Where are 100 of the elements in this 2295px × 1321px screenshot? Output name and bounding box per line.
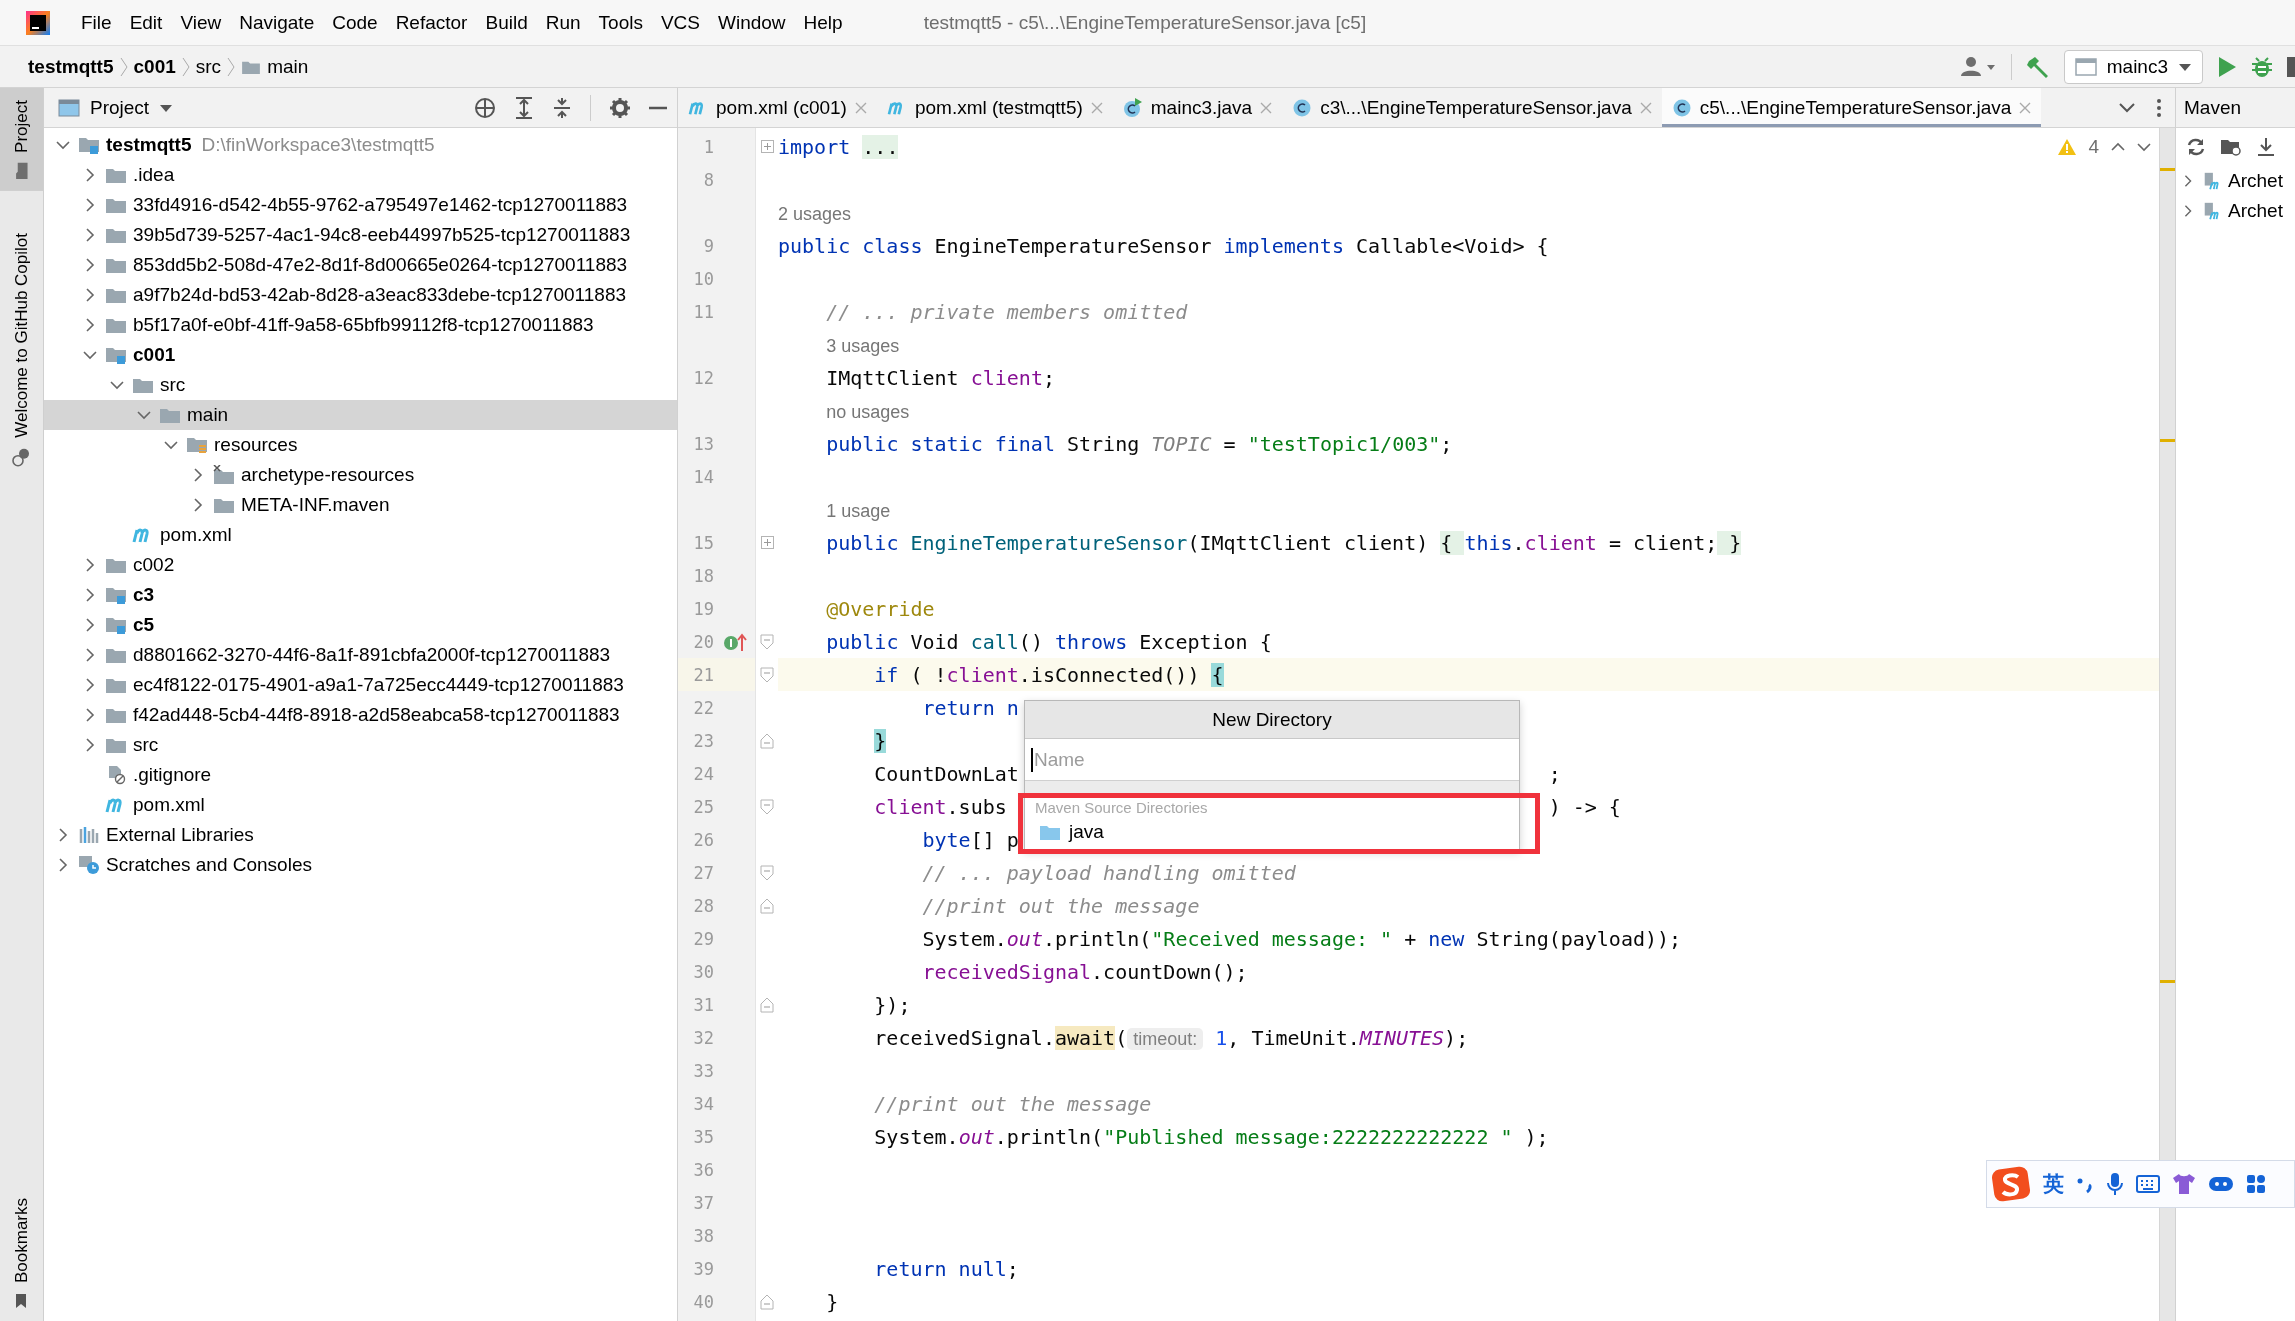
tree-item[interactable]: External Libraries xyxy=(44,820,677,850)
menu-item[interactable]: View xyxy=(171,7,231,38)
maven-project-item[interactable]: Archet xyxy=(2176,166,2295,196)
settings-icon[interactable] xyxy=(609,96,631,119)
chevron-icon[interactable] xyxy=(83,587,97,603)
tree-item[interactable]: src xyxy=(44,730,677,760)
tree-item[interactable]: pom.xml xyxy=(44,520,677,550)
usage-hint[interactable]: 1 usage xyxy=(826,497,891,522)
tree-item[interactable]: pom.xml xyxy=(44,790,677,820)
collapse-all-icon[interactable] xyxy=(552,96,572,119)
chevron-icon[interactable] xyxy=(83,317,97,333)
chevron-icon[interactable] xyxy=(191,497,205,513)
chevron-icon[interactable] xyxy=(83,707,97,723)
breadcrumb[interactable]: src xyxy=(195,55,222,78)
menu-item[interactable]: File xyxy=(72,7,121,38)
run-icon[interactable] xyxy=(2217,55,2237,78)
chevron-icon[interactable] xyxy=(83,257,97,273)
tree-item[interactable]: c001 xyxy=(44,340,677,370)
side-tab[interactable]: Project xyxy=(0,88,43,191)
caret-icon[interactable] xyxy=(159,102,174,113)
usage-hint[interactable]: 3 usages xyxy=(826,332,900,357)
editor-tab[interactable]: pom.xml (c001) xyxy=(678,88,877,127)
chevron-icon[interactable] xyxy=(83,557,97,573)
shirt-icon[interactable] xyxy=(2172,1173,2196,1195)
tree-item[interactable]: d8801662-3270-44f6-8a1f-891cbfa2000f-tcp1270011883 xyxy=(44,640,677,670)
chevron-icon[interactable] xyxy=(83,737,97,753)
breadcrumb[interactable]: testmqtt5 xyxy=(28,55,114,78)
chevron-icon[interactable] xyxy=(2182,203,2194,219)
folder-refresh-icon[interactable] xyxy=(2220,137,2242,157)
chevron-icon[interactable] xyxy=(83,617,97,633)
tree-item[interactable]: c3 xyxy=(44,580,677,610)
chevron-down-icon[interactable] xyxy=(2137,142,2151,152)
refresh-icon[interactable] xyxy=(2186,137,2206,157)
menu-item[interactable]: VCS xyxy=(651,7,709,38)
hammer-icon[interactable] xyxy=(2025,54,2050,79)
expand-all-icon[interactable] xyxy=(514,96,534,119)
chevron-icon[interactable] xyxy=(83,287,97,303)
menu-item[interactable]: Build xyxy=(476,7,537,38)
chevron-icon[interactable] xyxy=(83,677,97,693)
grid-icon[interactable] xyxy=(2246,1174,2266,1194)
editor-tab[interactable]: c5\...\EngineTemperatureSensor.java xyxy=(1661,88,2042,127)
tree-item[interactable]: META-INF.maven xyxy=(44,490,677,520)
chevron-icon[interactable] xyxy=(83,227,97,243)
tree-item[interactable]: 853dd5b2-508d-47e2-8d1f-8d00665e0264-tcp1270011883 xyxy=(44,250,677,280)
tree-item[interactable]: testmqtt5 D:\finWorkspace3\testmqtt5 xyxy=(44,130,677,160)
implements-marker-icon[interactable] xyxy=(722,631,747,652)
usage-hint[interactable]: no usages xyxy=(826,398,910,423)
ime-logo-icon[interactable] xyxy=(1991,1166,2031,1202)
menu-item[interactable]: Tools xyxy=(589,7,652,38)
download-icon[interactable] xyxy=(2256,137,2276,157)
tree-item[interactable]: f42ad448-5cb4-44f8-8918-a2d58eabca58-tcp1270011883 xyxy=(44,700,677,730)
menu-item[interactable]: Run xyxy=(536,7,590,38)
side-tab[interactable]: Welcome to GitHub Copilot xyxy=(0,220,43,480)
tree-item[interactable]: 33fd4916-d542-4b55-9762-a795497e1462-tcp1270011883 xyxy=(44,190,677,220)
editor-tab[interactable]: mainc3.java xyxy=(1112,88,1283,127)
editor-tab[interactable]: c3\...\EngineTemperatureSensor.java xyxy=(1282,88,1662,127)
more-icon[interactable] xyxy=(2157,98,2161,117)
chevron-icon[interactable] xyxy=(83,197,97,213)
fold-icon[interactable] xyxy=(760,536,774,549)
panel-title[interactable]: Project xyxy=(90,96,150,119)
menu-item[interactable]: Refactor xyxy=(386,7,477,38)
minimize-icon[interactable] xyxy=(649,105,667,110)
directory-suggestion[interactable]: java xyxy=(1025,817,1519,847)
chevron-icon[interactable] xyxy=(191,467,205,483)
menu-item[interactable]: Window xyxy=(709,7,795,38)
chevron-icon[interactable] xyxy=(83,167,97,183)
gamepad-icon[interactable] xyxy=(2208,1175,2234,1193)
chevron-icon[interactable] xyxy=(56,857,70,873)
menu-item[interactable]: Navigate xyxy=(230,7,324,38)
fold-icon[interactable] xyxy=(760,140,774,153)
warning-counter[interactable]: 4 xyxy=(2058,136,2151,158)
tree-item[interactable]: .idea xyxy=(44,160,677,190)
tree-item[interactable]: ec4f8122-0175-4901-a9a1-7a725ecc4449-tcp1270011883 xyxy=(44,670,677,700)
user-icon[interactable] xyxy=(1960,55,1997,78)
keyboard-icon[interactable] xyxy=(2136,1175,2160,1193)
chevron-icon[interactable] xyxy=(83,647,97,663)
tree-item[interactable]: a9f7b24d-bd53-42ab-8d28-a3eac833debe-tcp1270011883 xyxy=(44,280,677,310)
tree-item[interactable]: .gitignore xyxy=(44,760,677,790)
microphone-icon[interactable] xyxy=(2106,1172,2124,1196)
tree-item[interactable]: 39b5d739-5257-4ac1-94c8-eeb44997b525-tcp1270011883 xyxy=(44,220,677,250)
maven-project-item[interactable]: Archet xyxy=(2176,196,2295,226)
tree-item[interactable]: b5f17a0f-e0bf-41ff-9a58-65bfb99112f8-tcp1270011883 xyxy=(44,310,677,340)
chevron-down-icon[interactable] xyxy=(2119,102,2135,113)
chevron-icon[interactable] xyxy=(2182,173,2194,189)
tree-item[interactable]: archetype-resources xyxy=(44,460,677,490)
run-config-dropdown[interactable]: mainc3 xyxy=(2063,49,2203,84)
side-tab[interactable]: Bookmarks xyxy=(0,1185,43,1321)
locate-icon[interactable] xyxy=(474,96,496,119)
usage-hint[interactable]: 2 usages xyxy=(778,200,852,225)
tree-item[interactable]: src xyxy=(44,370,677,400)
tree-item[interactable]: main xyxy=(44,400,677,430)
menu-item[interactable]: Edit xyxy=(120,7,172,38)
chevron-up-icon[interactable] xyxy=(2111,142,2125,152)
tree-item[interactable]: resources xyxy=(44,430,677,460)
tree-item[interactable]: c5 xyxy=(44,610,677,640)
tree-item[interactable]: Scratches and Consoles xyxy=(44,850,677,880)
debug-icon[interactable] xyxy=(2251,54,2273,79)
editor-tab[interactable]: pom.xml (testmqtt5) xyxy=(876,88,1113,127)
menu-item[interactable]: Help xyxy=(794,7,852,38)
chevron-icon[interactable] xyxy=(56,827,70,843)
